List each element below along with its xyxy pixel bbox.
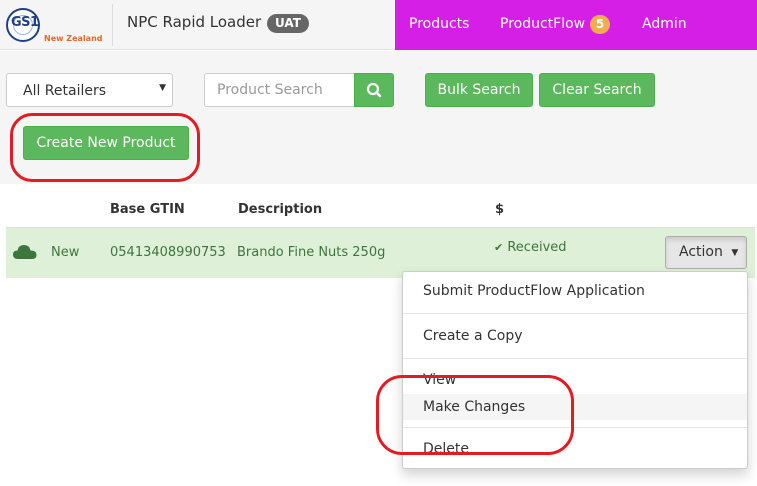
menu-item-delete[interactable]: Delete: [403, 441, 747, 457]
action-dropdown-button[interactable]: Action ▼: [665, 236, 747, 269]
row-gtin: 05413408990753: [110, 245, 226, 260]
menu-item-submit-productflow[interactable]: Submit ProductFlow Application: [403, 283, 747, 299]
table-header: Base GTIN Description $: [0, 196, 757, 224]
bulk-search-button[interactable]: Bulk Search: [425, 73, 533, 107]
nav-productflow[interactable]: ProductFlow: [500, 16, 585, 32]
retailer-select-value: All Retailers: [23, 83, 107, 99]
action-menu: Submit ProductFlow Application Create a …: [402, 271, 748, 469]
menu-item-view[interactable]: View: [403, 372, 747, 388]
menu-divider: [403, 427, 747, 428]
clear-search-button[interactable]: Clear Search: [539, 73, 655, 107]
col-header-description: Description: [238, 202, 323, 217]
product-search-input[interactable]: Product Search: [204, 73, 355, 107]
nav-admin[interactable]: Admin: [642, 16, 687, 32]
caret-down-icon: ▼: [731, 248, 739, 258]
menu-item-create-copy[interactable]: Create a Copy: [403, 328, 747, 344]
nav-products[interactable]: Products: [409, 16, 469, 32]
cloud-icon: [13, 245, 37, 259]
retailer-select[interactable]: All Retailers ▼: [6, 73, 173, 107]
logo-subtitle: New Zealand: [44, 34, 103, 43]
environment-badge: UAT: [267, 14, 309, 33]
create-new-product-button[interactable]: Create New Product: [23, 126, 189, 160]
toolbar: [0, 51, 757, 184]
row-status: New: [51, 245, 80, 260]
row-state-label: Received: [507, 240, 567, 255]
app-title: NPC Rapid Loader: [127, 13, 262, 31]
top-nav: Products ProductFlow 5 Admin: [395, 0, 757, 50]
app-header: GS1 New Zealand NPC Rapid Loader UAT Pro…: [0, 0, 757, 50]
row-description: Brando Fine Nuts 250g: [237, 245, 386, 260]
header-divider: [112, 4, 113, 46]
row-received-state: ✔ Received: [494, 240, 567, 255]
action-label: Action: [679, 244, 723, 260]
col-header-gtin: Base GTIN: [110, 202, 185, 217]
check-icon: ✔: [494, 241, 504, 254]
search-icon: [366, 82, 382, 98]
menu-divider: [403, 358, 747, 359]
select-caret-icon: ▼: [159, 83, 166, 93]
menu-item-make-changes[interactable]: Make Changes: [403, 394, 747, 420]
gs1-logo[interactable]: GS1 New Zealand: [6, 6, 102, 46]
logo-text: GS1: [11, 15, 39, 30]
search-button[interactable]: [354, 73, 394, 107]
col-header-price: $: [495, 202, 505, 217]
menu-divider: [403, 313, 747, 314]
productflow-count-badge: 5: [590, 15, 610, 34]
